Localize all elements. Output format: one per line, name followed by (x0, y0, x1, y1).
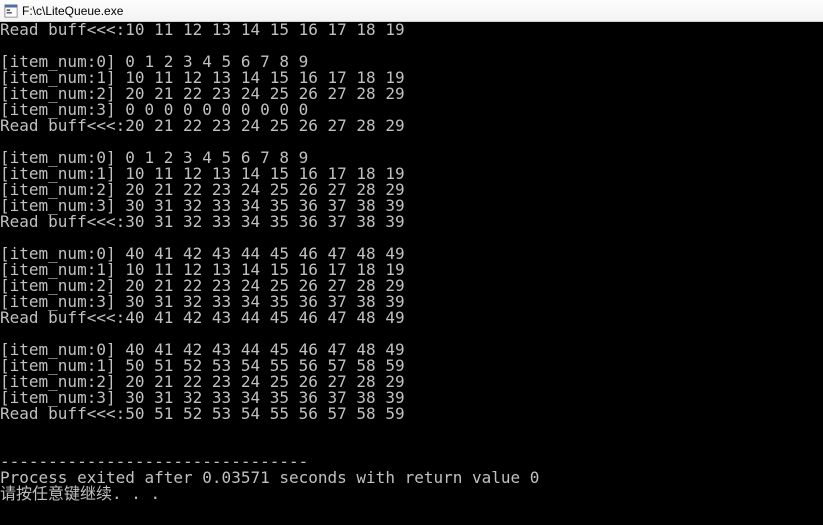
window-title: F:\c\LiteQueue.exe (22, 4, 123, 18)
console-line: Read buff<<<:20 21 22 23 24 25 26 27 28 … (0, 118, 823, 134)
console-line: Read buff<<<:50 51 52 53 54 55 56 57 58 … (0, 406, 823, 422)
console-line: Read buff<<<:40 41 42 43 44 45 46 47 48 … (0, 310, 823, 326)
console-line: 请按任意键继续. . . (0, 486, 823, 502)
console-line: Read buff<<<:10 11 12 13 14 15 16 17 18 … (0, 22, 823, 38)
console-output[interactable]: Read buff<<<:10 11 12 13 14 15 16 17 18 … (0, 22, 823, 525)
window-titlebar[interactable]: F:\c\LiteQueue.exe (0, 0, 823, 22)
app-icon (4, 4, 18, 18)
console-line (0, 422, 823, 438)
console-line: Read buff<<<:30 31 32 33 34 35 36 37 38 … (0, 214, 823, 230)
